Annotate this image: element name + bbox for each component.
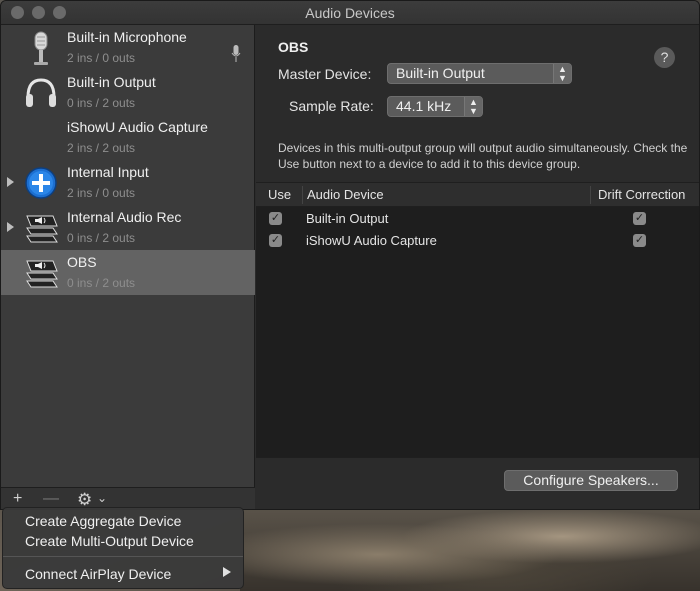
row-device-name: iShowU Audio Capture bbox=[306, 233, 437, 248]
device-list: Built-in Microphone 2 ins / 0 outs Built… bbox=[1, 25, 255, 509]
device-channels: 2 ins / 0 outs bbox=[67, 51, 136, 65]
menu-item-create-multi-output[interactable]: Create Multi-Output Device bbox=[25, 533, 194, 549]
help-button[interactable]: ? bbox=[654, 47, 675, 68]
microphone-icon bbox=[34, 31, 48, 65]
submenu-arrow-icon bbox=[223, 567, 231, 577]
input-default-mic-icon bbox=[231, 45, 241, 62]
drift-checkbox[interactable]: ✓ bbox=[633, 234, 646, 247]
device-name: Internal Input bbox=[67, 164, 149, 180]
use-checkbox[interactable]: ✓ bbox=[269, 234, 282, 247]
chevron-updown-icon: ▲ ▼ bbox=[464, 97, 482, 116]
titlebar[interactable]: Audio Devices bbox=[1, 1, 699, 25]
multi-output-icon bbox=[26, 215, 58, 243]
device-table: ✓ Built-in Output ✓ ✓ iShowU Audio Captu… bbox=[256, 207, 699, 457]
device-item-built-in-microphone[interactable]: Built-in Microphone 2 ins / 0 outs bbox=[1, 25, 255, 70]
device-channels: 0 ins / 2 outs bbox=[67, 231, 136, 245]
disclosure-triangle-icon[interactable] bbox=[7, 177, 14, 187]
column-divider bbox=[590, 186, 591, 204]
description-text: Devices in this multi-output group will … bbox=[278, 141, 688, 171]
desktop-background bbox=[240, 500, 700, 591]
device-channels: 0 ins / 2 outs bbox=[67, 96, 136, 110]
menu-item-create-aggregate[interactable]: Create Aggregate Device bbox=[25, 513, 181, 529]
add-device-menu: Create Aggregate Device Create Multi-Out… bbox=[2, 507, 244, 589]
headphones-icon bbox=[26, 78, 56, 107]
master-device-select[interactable]: Built-in Output ▲ ▼ bbox=[387, 63, 572, 84]
device-name: Built-in Output bbox=[67, 74, 156, 90]
configure-speakers-button[interactable]: Configure Speakers... bbox=[504, 470, 678, 491]
device-channels: 2 ins / 0 outs bbox=[67, 186, 136, 200]
device-item-built-in-output[interactable]: Built-in Output 0 ins / 2 outs bbox=[1, 70, 255, 115]
drift-checkbox[interactable]: ✓ bbox=[633, 212, 646, 225]
chevron-down-icon[interactable]: ⌄ bbox=[97, 491, 107, 505]
table-row: ✓ iShowU Audio Capture ✓ bbox=[256, 230, 699, 252]
remove-device-button[interactable]: — bbox=[43, 490, 59, 508]
window-title: Audio Devices bbox=[305, 5, 395, 21]
device-name: Internal Audio Rec bbox=[67, 209, 182, 225]
device-name: Built-in Microphone bbox=[67, 29, 187, 45]
device-channels: 2 ins / 2 outs bbox=[67, 141, 136, 155]
multi-output-icon bbox=[26, 260, 58, 288]
column-divider bbox=[302, 186, 303, 204]
add-device-button[interactable]: + bbox=[13, 490, 22, 508]
menu-separator bbox=[3, 556, 243, 557]
sample-rate-select[interactable]: 44.1 kHz ▲ ▼ bbox=[387, 96, 483, 117]
device-item-internal-audio-rec[interactable]: Internal Audio Rec 0 ins / 2 outs bbox=[1, 205, 255, 250]
device-name: iShowU Audio Capture bbox=[67, 119, 208, 135]
column-audio-device[interactable]: Audio Device bbox=[307, 187, 384, 202]
device-channels: 0 ins / 2 outs bbox=[67, 276, 136, 290]
menu-item-connect-airplay[interactable]: Connect AirPlay Device bbox=[25, 566, 171, 582]
device-name: OBS bbox=[67, 254, 97, 270]
use-checkbox[interactable]: ✓ bbox=[269, 212, 282, 225]
table-row: ✓ Built-in Output ✓ bbox=[256, 208, 699, 230]
chevron-updown-icon: ▲ ▼ bbox=[553, 64, 571, 83]
plus-circle-icon bbox=[25, 167, 57, 199]
device-item-ishowu-audio-capture[interactable]: iShowU Audio Capture 2 ins / 2 outs bbox=[1, 115, 255, 160]
column-use[interactable]: Use bbox=[268, 187, 291, 202]
disclosure-triangle-icon[interactable] bbox=[7, 222, 14, 232]
row-device-name: Built-in Output bbox=[306, 211, 389, 226]
device-title: OBS bbox=[278, 39, 309, 55]
audio-devices-window: Audio Devices Built-in Microphone 2 ins … bbox=[0, 0, 700, 510]
table-header: Use Audio Device Drift Correction bbox=[256, 182, 699, 207]
device-item-obs[interactable]: OBS 0 ins / 2 outs bbox=[1, 250, 255, 295]
master-device-label: Master Device: bbox=[278, 66, 372, 82]
sample-rate-value: 44.1 kHz bbox=[396, 98, 452, 114]
column-drift-correction[interactable]: Drift Correction bbox=[598, 187, 685, 202]
detail-footer: Configure Speakers... bbox=[256, 457, 699, 509]
device-detail-panel: OBS ? Master Device: Built-in Output ▲ ▼ … bbox=[256, 25, 699, 509]
master-device-value: Built-in Output bbox=[396, 65, 485, 81]
device-item-internal-input[interactable]: Internal Input 2 ins / 0 outs bbox=[1, 160, 255, 205]
sample-rate-label: Sample Rate: bbox=[289, 98, 374, 114]
